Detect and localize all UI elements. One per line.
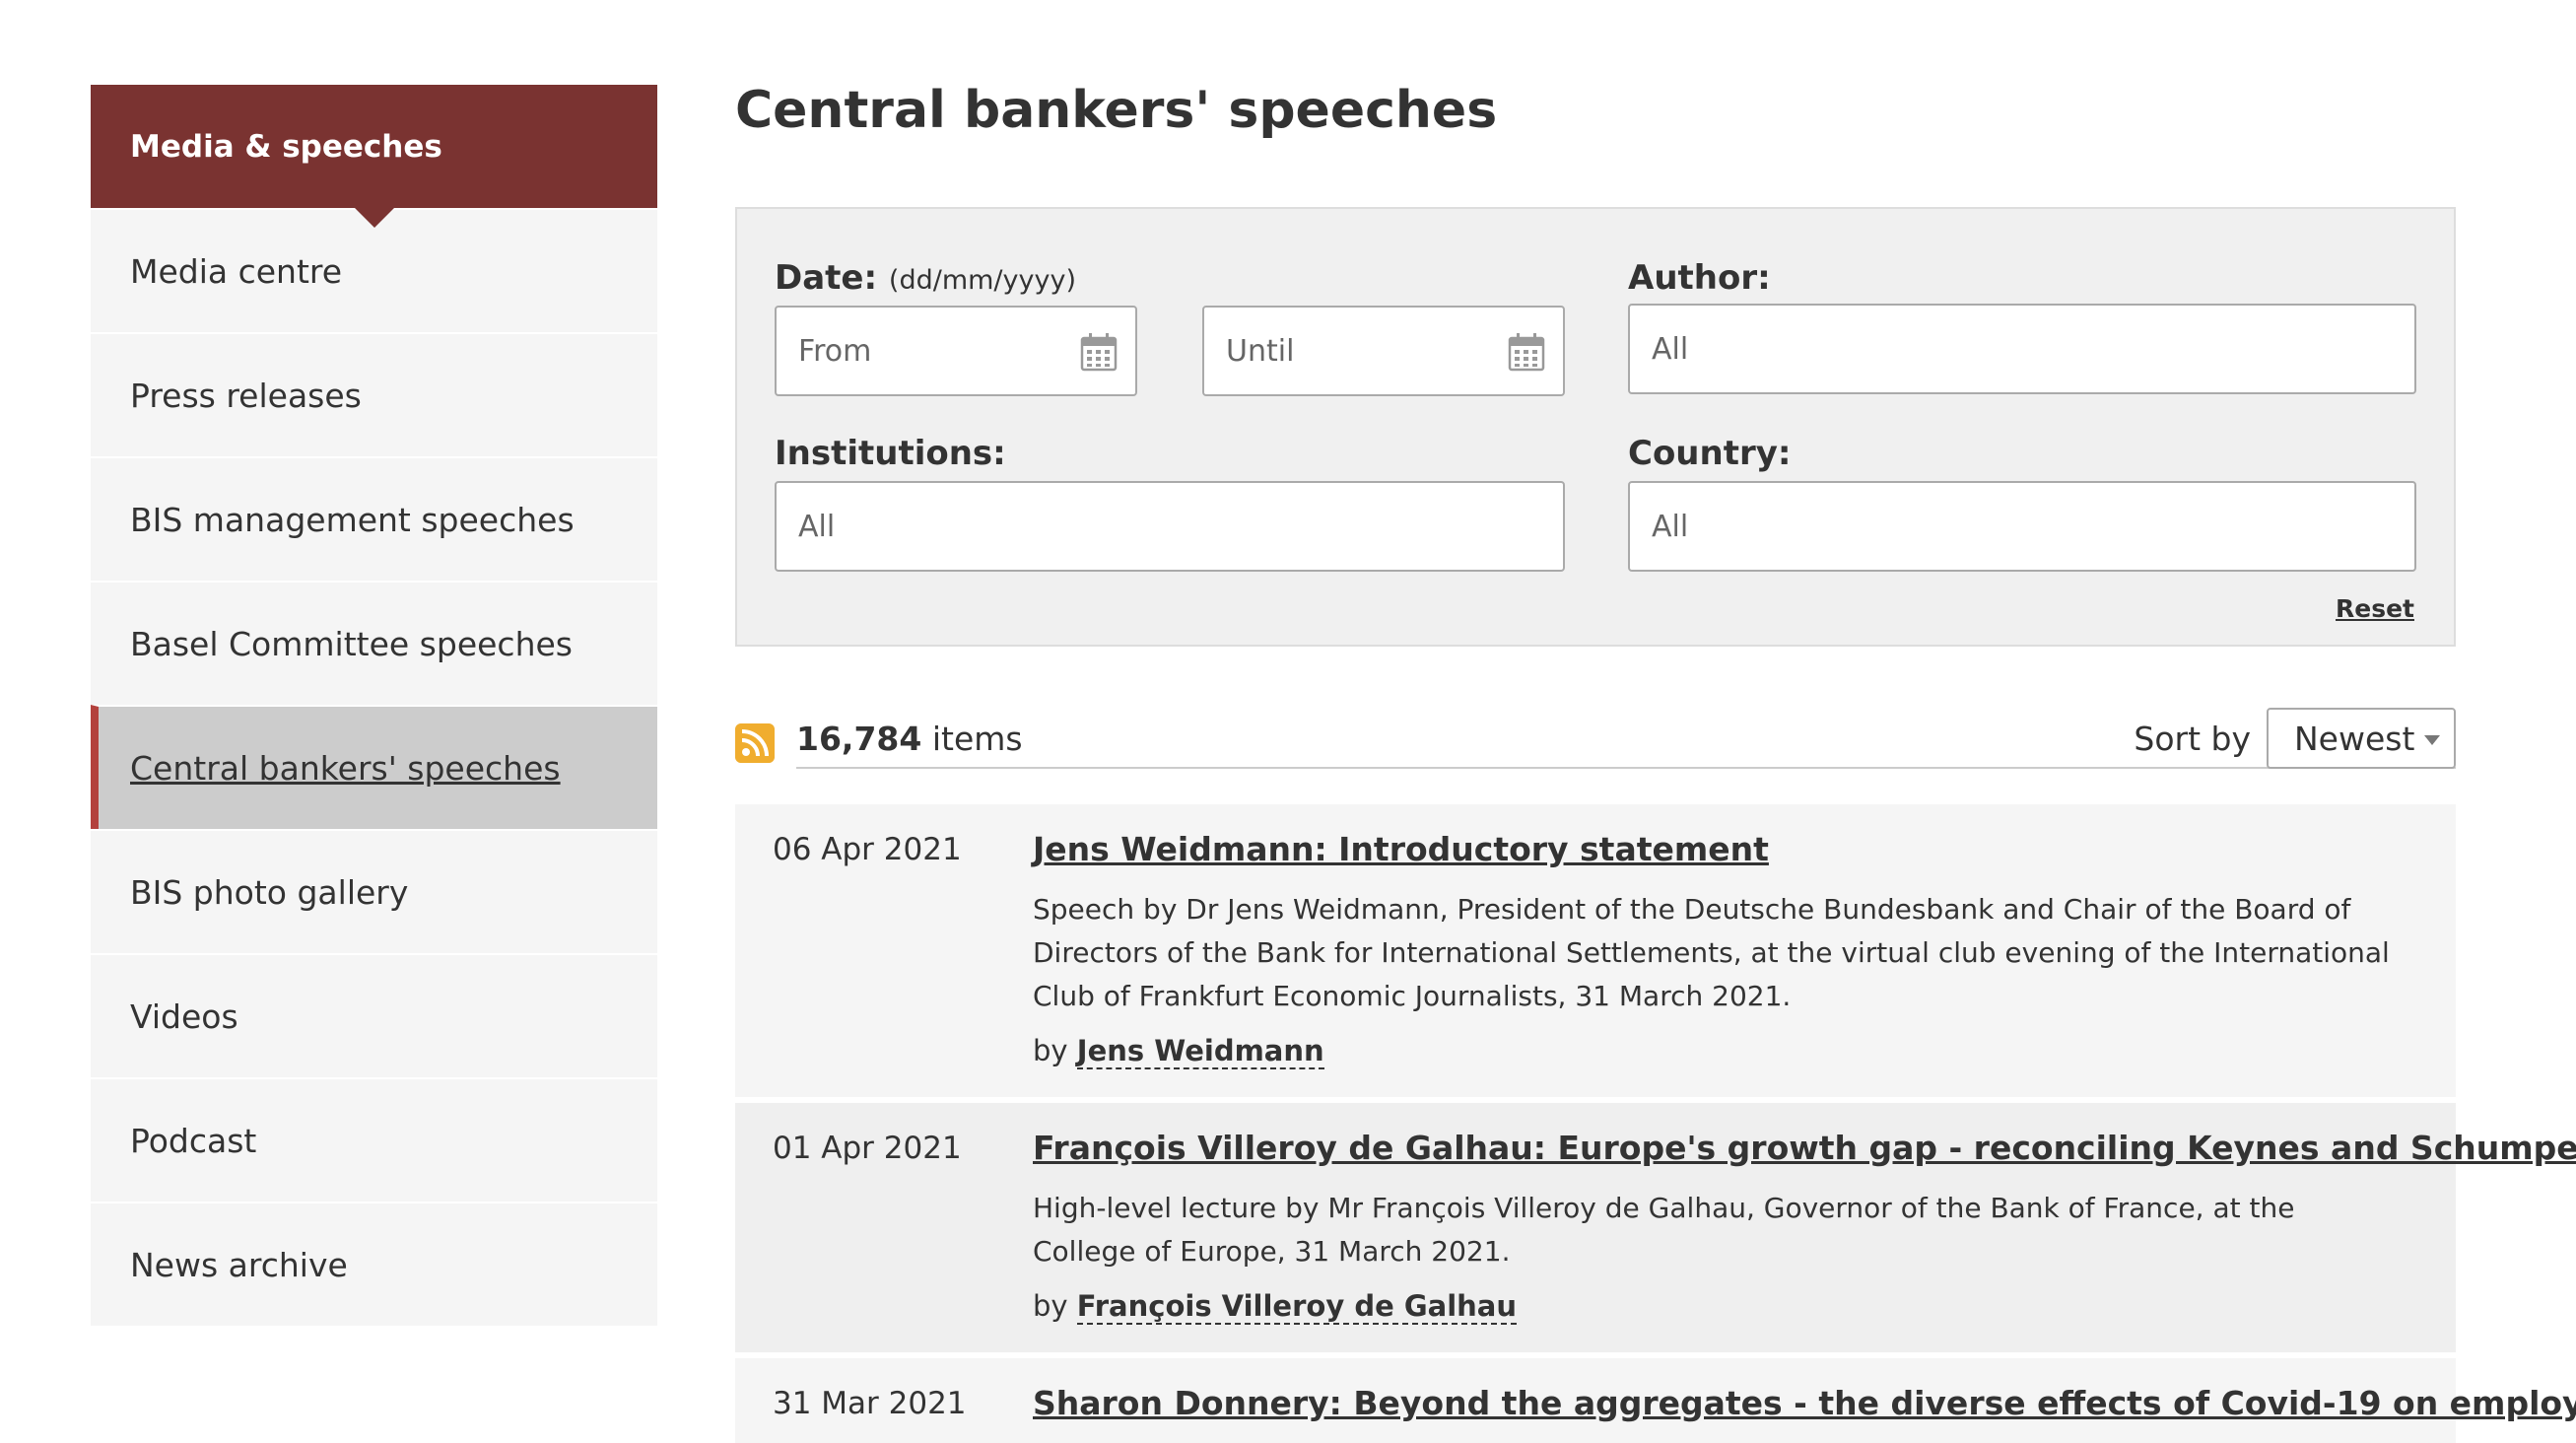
calendar-icon[interactable] bbox=[1080, 332, 1118, 372]
sidebar-item-podcast[interactable]: Podcast bbox=[91, 1077, 657, 1202]
date-from-input[interactable]: From bbox=[775, 306, 1137, 396]
date-until-placeholder: Until bbox=[1226, 333, 1295, 369]
list-item: 06 Apr 2021 Jens Weidmann: Introductory … bbox=[735, 804, 2456, 1097]
date-label: Date: (dd/mm/yyyy) bbox=[775, 258, 1076, 298]
item-description: High-level lecture by Mr François Viller… bbox=[1033, 1192, 2295, 1268]
speech-list: 06 Apr 2021 Jens Weidmann: Introductory … bbox=[735, 804, 2576, 1443]
sidebar-item-bis-photo-gallery[interactable]: BIS photo gallery bbox=[91, 829, 657, 953]
byline-prefix: by bbox=[1033, 1034, 1068, 1067]
results-bar: 16,784 items Sort by Newest bbox=[735, 706, 2456, 769]
sort-value: Newest bbox=[2294, 719, 2415, 758]
institutions-label: Institutions: bbox=[775, 434, 1006, 473]
sidebar-item-basel-committee-speeches[interactable]: Basel Committee speeches bbox=[91, 581, 657, 705]
author-link[interactable]: Jens Weidmann bbox=[1076, 1034, 1324, 1069]
page-title: Central bankers' speeches bbox=[735, 81, 1498, 140]
sort-label: Sort by bbox=[2134, 720, 2251, 758]
item-body: Jens Weidmann: Introductory statement Sp… bbox=[1033, 804, 2456, 1097]
rss-icon[interactable] bbox=[735, 723, 775, 763]
item-body: François Villeroy de Galhau: Europe's gr… bbox=[1033, 1103, 2576, 1352]
list-item: 01 Apr 2021 François Villeroy de Galhau:… bbox=[735, 1103, 2576, 1352]
item-date: 01 Apr 2021 bbox=[773, 1131, 962, 1166]
results-count-label: items bbox=[921, 720, 1023, 758]
item-title-link[interactable]: Sharon Donnery: Beyond the aggregates - … bbox=[1033, 1384, 2576, 1422]
list-item: 31 Mar 2021 Sharon Donnery: Beyond the a… bbox=[735, 1358, 2576, 1443]
sidebar-header[interactable]: Media & speeches bbox=[91, 85, 657, 228]
country-select[interactable]: All bbox=[1628, 481, 2416, 572]
item-title-link[interactable]: Jens Weidmann: Introductory statement bbox=[1033, 830, 2397, 868]
sidebar-item-videos[interactable]: Videos bbox=[91, 953, 657, 1077]
date-format-hint: (dd/mm/yyyy) bbox=[888, 265, 1076, 296]
sidebar-item-press-releases[interactable]: Press releases bbox=[91, 332, 657, 456]
date-from-placeholder: From bbox=[798, 333, 872, 369]
results-divider bbox=[796, 767, 2456, 769]
item-byline: by François Villeroy de Galhau bbox=[1033, 1289, 2397, 1325]
results-count: 16,784 items bbox=[796, 720, 1023, 758]
item-date: 06 Apr 2021 bbox=[773, 832, 962, 867]
sidebar-item-news-archive[interactable]: News archive bbox=[91, 1202, 657, 1326]
institutions-value: All bbox=[798, 509, 836, 544]
byline-prefix: by bbox=[1033, 1289, 1068, 1323]
institutions-select[interactable]: All bbox=[775, 481, 1565, 572]
sidebar-nav: Media & speeches Media centre Press rele… bbox=[91, 85, 657, 1326]
country-label: Country: bbox=[1628, 434, 1792, 473]
date-until-input[interactable]: Until bbox=[1202, 306, 1565, 396]
results-count-number: 16,784 bbox=[796, 720, 922, 758]
item-byline: by Jens Weidmann bbox=[1033, 1034, 2397, 1069]
filter-panel: Date: (dd/mm/yyyy) From Until Author: Al… bbox=[735, 207, 2456, 647]
author-value: All bbox=[1652, 331, 1689, 367]
author-select[interactable]: All bbox=[1628, 304, 2416, 394]
sidebar-item-central-bankers-speeches[interactable]: Central bankers' speeches bbox=[91, 705, 657, 829]
author-label: Author: bbox=[1628, 258, 1771, 298]
chevron-down-icon bbox=[2424, 735, 2440, 745]
item-body: Sharon Donnery: Beyond the aggregates - … bbox=[1033, 1358, 2576, 1443]
item-date: 31 Mar 2021 bbox=[773, 1386, 967, 1421]
country-value: All bbox=[1652, 509, 1689, 544]
calendar-icon[interactable] bbox=[1508, 332, 1545, 372]
item-title-link[interactable]: François Villeroy de Galhau: Europe's gr… bbox=[1033, 1129, 2576, 1167]
date-label-text: Date: bbox=[775, 258, 878, 298]
sort-select[interactable]: Newest bbox=[2267, 708, 2456, 769]
item-description: Speech by Dr Jens Weidmann, President of… bbox=[1033, 893, 2390, 1012]
sidebar-item-bis-management-speeches[interactable]: BIS management speeches bbox=[91, 456, 657, 581]
reset-link[interactable]: Reset bbox=[2336, 594, 2414, 623]
author-link[interactable]: François Villeroy de Galhau bbox=[1076, 1289, 1518, 1325]
